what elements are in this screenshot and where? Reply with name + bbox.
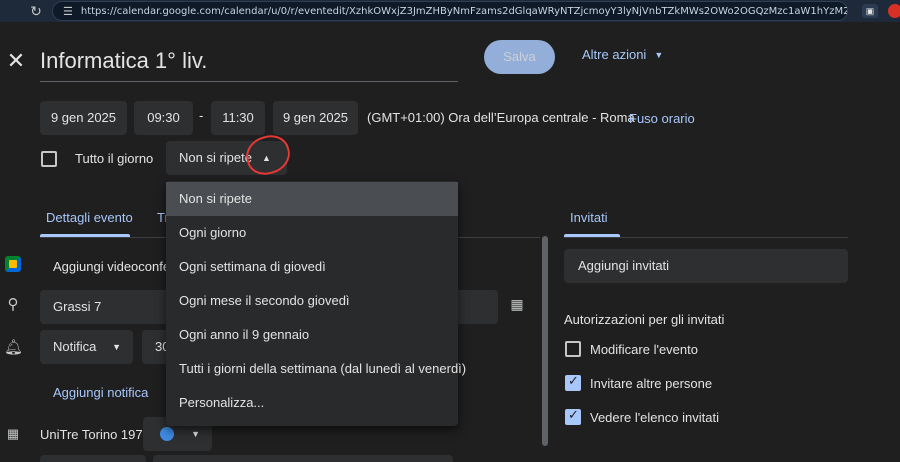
caret-down-icon: ▼ [654,49,664,60]
add-video-button[interactable]: Aggiungi videoconfer [53,259,174,274]
location-value: Grassi 7 [53,299,102,314]
details-scrollbar[interactable] [542,236,548,446]
repeat-option-weekdays[interactable]: Tutti i giorni della settimana (dal lune… [166,352,466,386]
extra-field-1[interactable] [40,455,146,462]
all-day-label: Tutto il giorno [75,151,154,166]
repeat-select-value: Non si ripete [179,150,252,165]
guests-divider [564,237,848,238]
guest-permissions-title: Autorizzazioni per gli invitati [564,312,725,327]
end-date-field[interactable]: 9 gen 2025 [273,101,358,135]
time-separator: - [199,108,204,123]
timezone-link[interactable]: Fuso orario [629,111,695,126]
start-date-field[interactable]: 9 gen 2025 [40,101,127,135]
repeat-option-none[interactable]: Non si ripete [166,182,458,216]
reload-icon[interactable]: ↻ [28,3,44,19]
repeat-options-menu: Non si ripete Ogni giorno Ogni settimana… [166,181,466,426]
google-meet-icon [5,256,21,272]
end-time-field[interactable]: 11:30 [211,101,265,135]
calendar-icon: ▦ [6,426,20,441]
address-bar[interactable]: ☰ https://calendar.google.com/calendar/u… [52,1,848,21]
calendar-name: UniTre Torino 1975 [40,427,150,442]
repeat-option-monthly[interactable]: Ogni mese il secondo giovedì [166,284,458,318]
start-time-field[interactable]: 09:30 [134,101,193,135]
url-text: https://calendar.google.com/calendar/u/0… [80,5,847,17]
tab-guests[interactable]: Invitati [570,210,608,225]
notification-type-select[interactable]: Notifica ▼ [40,330,133,364]
permission-modify-label: Modificare l'evento [590,342,698,357]
extension-icon[interactable]: ▣ [862,4,878,18]
add-notification-button[interactable]: Aggiungi notifica [53,385,148,400]
event-title-input[interactable]: Informatica 1° liv. [40,46,458,82]
repeat-option-custom[interactable]: Personalizza... [166,386,458,420]
site-info-icon[interactable]: ☰ [63,5,73,18]
more-actions-button[interactable]: Altre azioni ▼ [582,47,663,62]
add-guests-input[interactable]: Aggiungi invitati [564,249,848,283]
repeat-option-daily[interactable]: Ogni giorno [166,216,458,250]
timezone-text: (GMT+01:00) Ora dell’Europa centrale - R… [367,110,635,125]
more-actions-label: Altre azioni [582,47,647,62]
permission-invite-label: Invitare altre persone [590,376,713,391]
permission-modify-checkbox[interactable] [565,341,581,357]
permission-see-list-checkbox[interactable] [565,408,581,425]
repeat-option-yearly[interactable]: Ogni anno il 9 gennaio [166,318,458,352]
repeat-option-weekly[interactable]: Ogni settimana di giovedì [166,250,458,284]
browser-toolbar: ↻ ☰ https://calendar.google.com/calendar… [0,0,900,22]
map-icon[interactable]: ▦ [508,296,526,313]
calendar-color-dot [160,427,174,441]
permission-see-list-label: Vedere l'elenco invitati [590,410,719,425]
all-day-checkbox[interactable] [41,151,57,167]
location-pin-icon: ⚲ [7,296,19,313]
notification-type-value: Notifica [53,339,97,354]
caret-down-icon: ▼ [112,342,121,352]
extra-field-2[interactable] [153,455,453,462]
save-button[interactable]: Salva [484,40,555,74]
permission-invite-checkbox[interactable] [565,374,581,391]
tab-event-details[interactable]: Dettagli evento [46,210,133,225]
bell-icon: 🔔︎ [4,339,24,356]
profile-icon[interactable] [888,4,900,18]
close-icon[interactable]: ✕ [6,50,26,74]
